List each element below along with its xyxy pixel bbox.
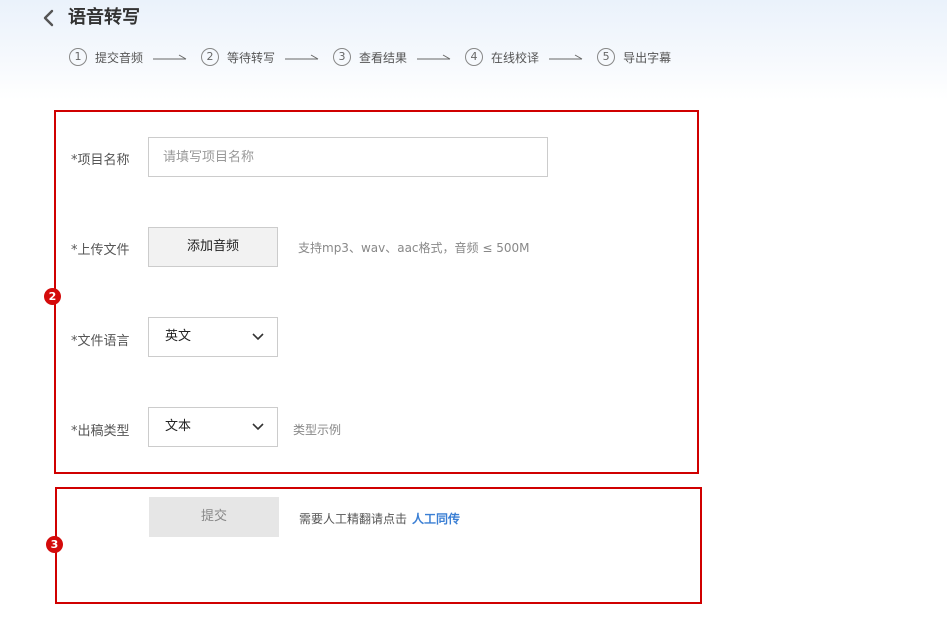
chevron-down-icon: [252, 423, 264, 431]
page-title: 语音转写: [68, 7, 140, 28]
step-4: 4 在线校译: [465, 48, 539, 66]
step-indicator: 1 提交音频 2 等待转写 3 查看结果 4 在线校译 5 导出字幕: [69, 47, 671, 67]
add-audio-button[interactable]: 添加音频: [148, 227, 278, 267]
type-example-link[interactable]: 类型示例: [293, 421, 341, 438]
language-select[interactable]: 英文: [148, 317, 278, 357]
step-number: 2: [201, 48, 220, 66]
step-number: 5: [597, 48, 616, 66]
manual-translation-link[interactable]: 人工同传: [412, 510, 460, 527]
step-5: 5 导出字幕: [597, 48, 671, 66]
step-number: 4: [465, 48, 484, 66]
step-arrow-icon: [417, 54, 451, 60]
step-label: 提交音频: [95, 50, 144, 65]
submit-button[interactable]: 提交: [149, 497, 279, 537]
chevron-left-icon: [43, 9, 54, 27]
file-language-label: *文件语言: [71, 334, 130, 349]
upload-format-hint: 支持mp3、wav、aac格式，音频 ≤ 500M: [298, 241, 530, 255]
output-type-label: *出稿类型: [71, 424, 130, 439]
chevron-down-icon: [252, 333, 264, 341]
annotation-marker: 3: [46, 536, 63, 553]
project-name-input[interactable]: [148, 137, 548, 177]
step-1: 1 提交音频: [69, 48, 143, 66]
step-label: 查看结果: [359, 50, 408, 65]
step-3: 3 查看结果: [333, 48, 407, 66]
step-label: 导出字幕: [623, 50, 672, 65]
step-2: 2 等待转写: [201, 48, 275, 66]
step-label: 在线校译: [491, 50, 540, 65]
output-type-selected-value: 文本: [165, 419, 192, 434]
step-label: 等待转写: [227, 50, 276, 65]
step-number: 3: [333, 48, 352, 66]
language-selected-value: 英文: [165, 329, 192, 344]
step-arrow-icon: [285, 54, 319, 60]
project-name-label: *项目名称: [71, 153, 130, 168]
step-arrow-icon: [153, 54, 187, 60]
annotation-marker: 2: [44, 288, 61, 305]
upload-file-label: *上传文件: [71, 243, 130, 258]
step-arrow-icon: [549, 54, 583, 60]
manual-translation-note: 需要人工精翻请点击: [299, 512, 408, 526]
output-type-select[interactable]: 文本: [148, 407, 278, 447]
back-button[interactable]: [40, 6, 60, 30]
step-number: 1: [69, 48, 87, 66]
